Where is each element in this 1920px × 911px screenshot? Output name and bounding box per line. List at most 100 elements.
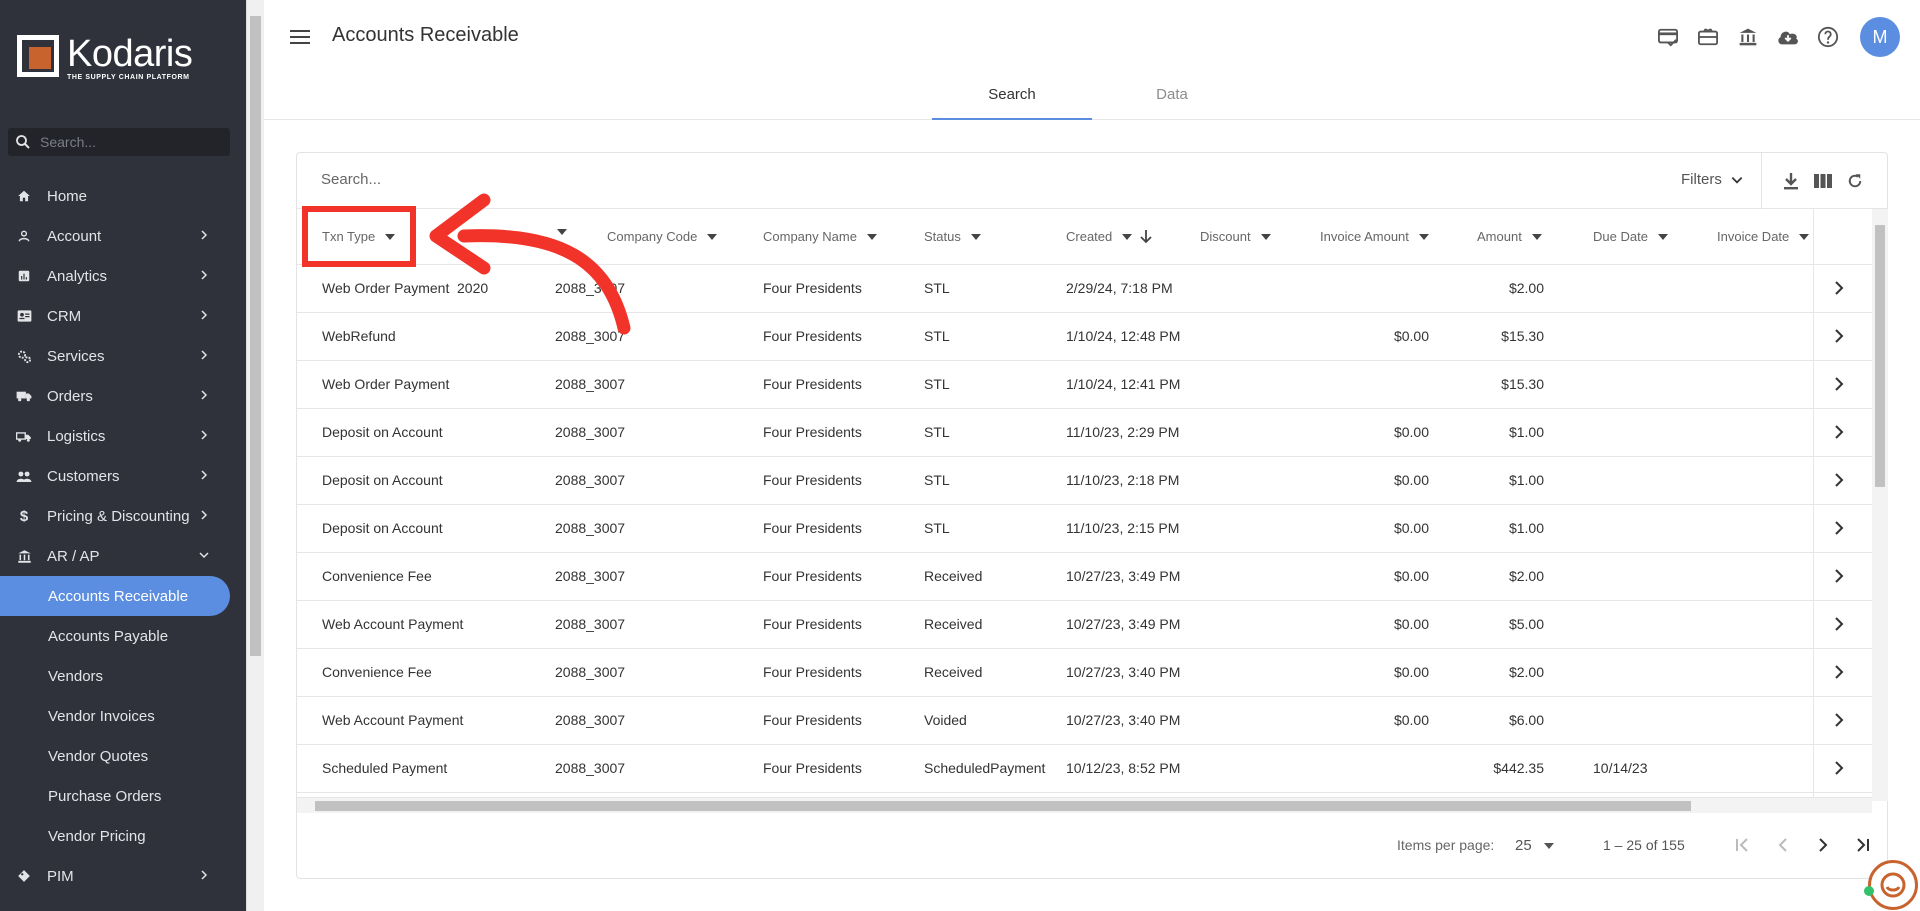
table-row[interactable]: Web Order Payment 2020 2088_3007 Four Presi… [297, 265, 1872, 313]
sidebar-item-purchase-orders[interactable]: Purchase Orders [0, 776, 230, 816]
last-page-icon [1857, 838, 1869, 852]
table-search-input[interactable] [321, 171, 721, 188]
sidebar-scrollbar[interactable] [246, 0, 264, 911]
help-icon[interactable] [1808, 17, 1848, 57]
sidebar-item-pim[interactable]: PIM [0, 856, 230, 896]
chat-support-button[interactable] [1868, 860, 1918, 910]
sort-dropdown-icon[interactable] [1122, 233, 1133, 240]
sidebar-item-pricing[interactable]: $ Pricing & Discounting [0, 496, 230, 536]
tab-search[interactable]: Search [932, 80, 1092, 120]
sidebar-item-ar-ap[interactable]: AR / AP [0, 536, 230, 576]
column-header-company-code[interactable]: Company Code [607, 229, 718, 244]
page-size-value: 25 [1515, 837, 1532, 854]
vertical-scroll-thumb[interactable] [1875, 225, 1885, 487]
column-header-label: Created [1066, 229, 1113, 244]
previous-page-button[interactable] [1763, 829, 1803, 861]
sort-dropdown-icon[interactable] [970, 233, 981, 240]
table-row[interactable]: Convenience Fee 2088_3007 Four Presidents R… [297, 553, 1872, 601]
sort-dropdown-icon[interactable] [557, 229, 567, 235]
table-row[interactable]: Scheduled Payment 2088_3007 Four President… [297, 745, 1872, 793]
cloud-download-icon[interactable] [1768, 17, 1808, 57]
logo-name: Kodaris [67, 33, 193, 75]
sort-dropdown-icon[interactable] [1260, 233, 1271, 240]
cell-invoice-amount: $0.00 [1393, 664, 1429, 680]
column-header-discount[interactable]: Discount [1200, 229, 1271, 244]
sidebar-item-label: Accounts Payable [48, 627, 169, 645]
first-page-button[interactable] [1723, 829, 1763, 861]
sidebar-scroll-thumb[interactable] [250, 16, 261, 656]
table-row[interactable]: WebRefund 2088_3007 Four Presidents STL 1/10… [297, 313, 1872, 361]
table-row[interactable]: Deposit on Account 2088_3007 Four Presiden… [297, 457, 1872, 505]
page-size-select[interactable]: 25 [1515, 837, 1554, 854]
sidebar-item-vendors[interactable]: Vendors [0, 656, 230, 696]
table-row[interactable]: Deposit on Account 2088_3007 Four Presiden… [297, 505, 1872, 553]
cell-created: 11/10/23, 2:29 PM [1066, 424, 1180, 440]
download-icon[interactable] [1775, 169, 1807, 193]
kodaris-logo[interactable]: Kodaris THE SUPPLY CHAIN PLATFORM [17, 33, 193, 81]
user-avatar[interactable]: M [1860, 17, 1900, 57]
column-header-amount[interactable]: Amount [1477, 229, 1542, 244]
filters-dropdown[interactable]: Filters [1681, 171, 1744, 188]
chevron-right-icon [201, 230, 208, 240]
table-row[interactable]: Deposit on Account 2088_3007 Four Presiden… [297, 409, 1872, 457]
sort-dropdown-icon[interactable] [1799, 233, 1810, 240]
bank-icon[interactable] [1728, 17, 1768, 57]
sidebar-item-orders[interactable]: Orders [0, 376, 230, 416]
cell-created: 2/29/24, 7:18 PM [1066, 280, 1173, 296]
next-page-button[interactable] [1803, 829, 1843, 861]
sort-desc-arrow-icon[interactable] [1140, 229, 1152, 244]
sidebar-item-label: Accounts Receivable [48, 587, 189, 605]
tab-data[interactable]: Data [1092, 80, 1252, 120]
sort-dropdown-icon[interactable] [707, 233, 718, 240]
horizontal-scroll-thumb[interactable] [315, 801, 1691, 811]
card-check-icon[interactable] [1648, 17, 1688, 57]
refresh-icon[interactable] [1839, 169, 1871, 193]
sidebar-item-home[interactable]: Home [0, 176, 230, 216]
sidebar-item-label: Vendor Pricing [48, 827, 146, 845]
sidebar-item-analytics[interactable]: Analytics [0, 256, 230, 296]
menu-icon[interactable] [290, 28, 310, 46]
sidebar-item-customers[interactable]: Customers [0, 456, 230, 496]
chevron-right-icon [201, 350, 208, 360]
cell-status: STL [924, 424, 950, 440]
sort-dropdown-icon[interactable] [1418, 233, 1429, 240]
cell-amount: $1.00 [1508, 424, 1544, 440]
table-row[interactable]: Web Order Payment 2088_3007 Four President… [297, 361, 1872, 409]
sidebar-item-services[interactable]: Services [0, 336, 230, 376]
table-row[interactable]: Web Account Payment 2088_3007 Four Preside… [297, 601, 1872, 649]
table-horizontal-scrollbar[interactable] [297, 797, 1872, 813]
sidebar-item-logistics[interactable]: Logistics [0, 416, 230, 456]
sidebar-item-accounts-receivable[interactable]: Accounts Receivable [0, 576, 230, 616]
sidebar-item-crm[interactable]: CRM [0, 296, 230, 336]
columns-icon[interactable] [1807, 169, 1839, 193]
cell-status: Received [924, 664, 983, 680]
column-header-company-name[interactable]: Company Name [763, 229, 877, 244]
sort-dropdown-icon[interactable] [1657, 233, 1668, 240]
sort-dropdown-icon[interactable] [866, 233, 877, 240]
table-vertical-scrollbar[interactable] [1872, 209, 1888, 801]
sidebar-item-account[interactable]: Account [0, 216, 230, 256]
last-page-button[interactable] [1843, 829, 1883, 861]
column-header-invoice-date[interactable]: Invoice Date [1717, 229, 1810, 244]
bank-icon [16, 548, 32, 564]
cell-company-name: Four Presidents [763, 568, 862, 584]
cell-amount: $2.00 [1508, 568, 1544, 584]
sidebar-item-vendor-invoices[interactable]: Vendor Invoices [0, 696, 230, 736]
sidebar-item-label: Vendor Quotes [48, 747, 149, 765]
cell-created: 10/27/23, 3:49 PM [1066, 568, 1181, 584]
cell-txn-type: Convenience Fee [322, 664, 432, 680]
column-header-created[interactable]: Created [1066, 229, 1152, 244]
sidebar-item-vendor-quotes[interactable]: Vendor Quotes [0, 736, 230, 776]
column-header-invoice-amount[interactable]: Invoice Amount [1320, 229, 1429, 244]
table-row[interactable]: Web Account Payment 2088_3007 Four Preside… [297, 697, 1872, 745]
sidebar-search-input[interactable] [40, 134, 220, 150]
cell-company-code: 2088_3007 [555, 280, 626, 296]
gift-card-icon[interactable] [1688, 17, 1728, 57]
sort-dropdown-icon[interactable] [1531, 233, 1542, 240]
column-header-due-date[interactable]: Due Date [1593, 229, 1668, 244]
column-header-status[interactable]: Status [924, 229, 981, 244]
column-header-hidden[interactable] [547, 229, 567, 235]
table-row[interactable]: Convenience Fee 2088_3007 Four Presidents R… [297, 649, 1872, 697]
sidebar-item-accounts-payable[interactable]: Accounts Payable [0, 616, 230, 656]
sidebar-item-vendor-pricing[interactable]: Vendor Pricing [0, 816, 230, 856]
